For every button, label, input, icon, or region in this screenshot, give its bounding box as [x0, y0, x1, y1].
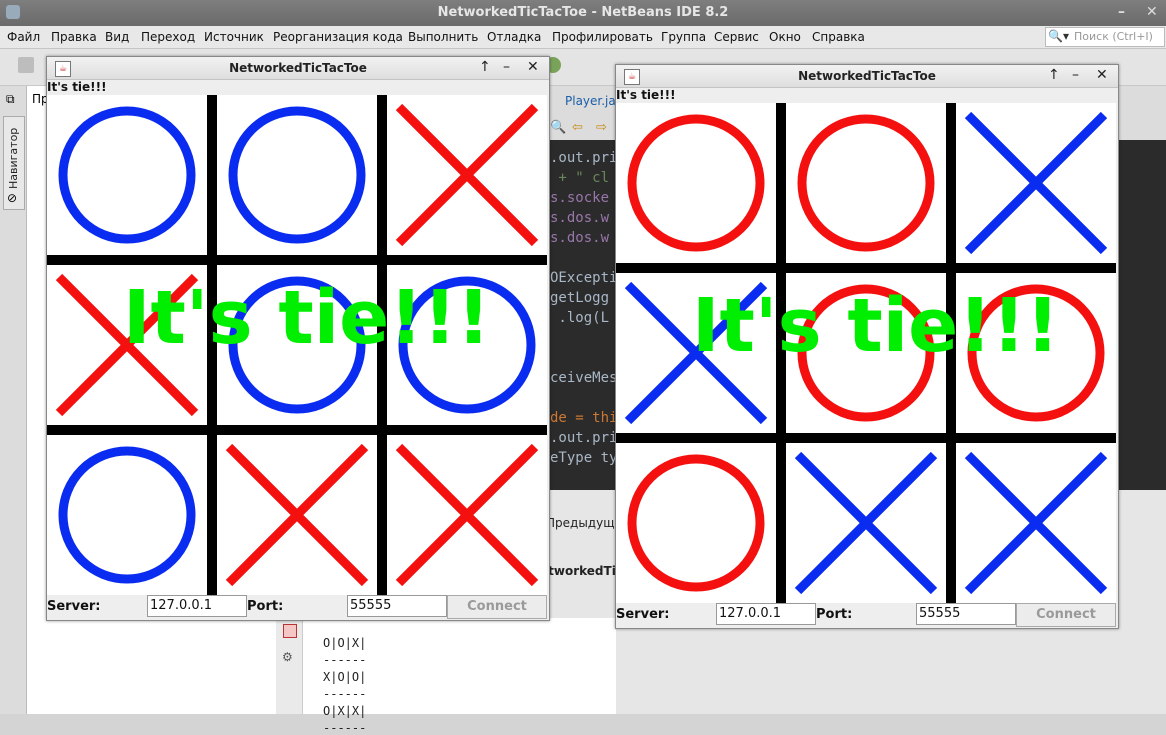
server-field[interactable]: 127.0.0.1	[716, 603, 816, 625]
new-file-icon[interactable]	[18, 57, 34, 73]
code-line: .out.pri	[550, 430, 618, 446]
code-line: de = thi	[550, 410, 618, 426]
board-cell[interactable]	[387, 435, 547, 595]
maximize-icon[interactable]: ↑	[1048, 67, 1060, 83]
forward-icon[interactable]: ⇨	[596, 120, 607, 135]
code-line: + " cl	[550, 170, 610, 186]
connection-bar: Server: 127.0.0.1 Port: 55555 Connect	[616, 603, 1118, 627]
connect-button[interactable]: Connect	[1016, 603, 1116, 627]
previous-link[interactable]: Предыдущ	[546, 516, 615, 530]
navigator-tab[interactable]: Навигатор ⊘	[3, 116, 25, 210]
board-cell[interactable]	[387, 95, 547, 255]
server-label: Server:	[616, 607, 670, 622]
menu-item[interactable]: Файл	[7, 30, 40, 44]
menu-item[interactable]: Окно	[769, 30, 801, 44]
port-field[interactable]: 55555	[347, 595, 447, 617]
settings-icon[interactable]: ⚙	[282, 650, 294, 664]
find-icon[interactable]: 🔍	[550, 120, 566, 135]
navigator-icon: ⊘	[7, 191, 18, 205]
search-icon: 🔍▾	[1048, 29, 1069, 43]
maximize-icon[interactable]: ↑	[479, 59, 491, 75]
menu-item[interactable]: Справка	[812, 30, 865, 44]
output-line: ------	[323, 721, 367, 735]
game-window-1: ☕ NetworkedTicTacToe ↑ – ✕ It's tie!!! I…	[46, 56, 550, 621]
ide-menubar: Файл Правка Вид Переход Источник Реорганизаци…	[0, 26, 1166, 49]
code-line: s.dos.w	[550, 210, 610, 226]
menu-item[interactable]: Правка	[51, 30, 97, 44]
code-line: s.dos.w	[550, 230, 610, 246]
minimize-icon[interactable]: –	[503, 59, 510, 75]
window-titlebar: ☕ NetworkedTicTacToe ↑ – ✕	[616, 65, 1118, 88]
board-cell[interactable]	[47, 435, 207, 595]
menu-item[interactable]: Группа	[661, 30, 706, 44]
code-line: getLogg	[550, 290, 610, 306]
code-line: .out.pri	[550, 150, 618, 166]
close-icon[interactable]: ✕	[1146, 4, 1158, 20]
game-window-2: ☕ NetworkedTicTacToe ↑ – ✕ It's tie!!! I…	[615, 64, 1119, 629]
window-title: NetworkedTicTacToe	[229, 61, 367, 75]
menu-item[interactable]: Вид	[105, 30, 129, 44]
minimize-icon[interactable]: –	[1072, 67, 1079, 83]
stop-icon[interactable]	[283, 624, 297, 638]
status-label: It's tie!!!	[47, 80, 107, 94]
port-label: Port:	[816, 607, 853, 622]
output-line: ------	[323, 653, 367, 667]
menu-item[interactable]: Выполнить	[408, 30, 478, 44]
board-cell[interactable]	[786, 103, 946, 263]
menu-item[interactable]: Реорганизация кода	[273, 30, 403, 44]
menu-item[interactable]: Отладка	[487, 30, 541, 44]
code-line: ceiveMes	[550, 370, 618, 386]
port-label: Port:	[247, 599, 284, 614]
tie-overlay-text: It's tie!!!	[123, 275, 491, 361]
minimize-icon[interactable]: –	[1118, 4, 1125, 20]
ide-window-title: NetworkedTicTacToe - NetBeans IDE 8.2	[437, 5, 729, 20]
window-titlebar: ☕ NetworkedTicTacToe ↑ – ✕	[47, 57, 549, 80]
connection-bar: Server: 127.0.0.1 Port: 55555 Connect	[47, 595, 549, 619]
close-icon[interactable]: ✕	[527, 59, 539, 75]
tie-overlay-text: It's tie!!!	[692, 283, 1060, 369]
navigator-tab-label: Навигатор	[7, 127, 20, 189]
code-line: .log(L	[550, 310, 610, 326]
board-cell[interactable]	[956, 443, 1116, 603]
menu-item[interactable]: Профилировать	[552, 30, 653, 44]
board-cell[interactable]	[217, 95, 377, 255]
board-cell[interactable]	[616, 103, 776, 263]
board-cell[interactable]	[786, 443, 946, 603]
close-icon[interactable]: ✕	[1096, 67, 1108, 83]
output-line: X|O|O|	[323, 670, 367, 684]
board-cell[interactable]	[217, 435, 377, 595]
window-title: NetworkedTicTacToe	[798, 69, 936, 83]
output-line: O|O|X|	[323, 636, 367, 650]
board-cell[interactable]	[47, 95, 207, 255]
board-cell[interactable]	[956, 103, 1116, 263]
status-label: It's tie!!!	[616, 88, 676, 102]
output-tab[interactable]: etworkedTic	[540, 564, 623, 578]
output-line: ------	[323, 687, 367, 701]
back-icon[interactable]: ⇦	[572, 120, 583, 135]
menu-item[interactable]: Источник	[204, 30, 264, 44]
server-label: Server:	[47, 599, 101, 614]
ide-titlebar: NetworkedTicTacToe - NetBeans IDE 8.2 – …	[0, 0, 1166, 26]
board-cell[interactable]	[616, 443, 776, 603]
code-line: OExcepti	[550, 270, 618, 286]
output-panel: O|O|X| ------ X|O|O| ------ O|X|X| ------	[276, 618, 616, 735]
output-gutter: ⚙	[276, 618, 303, 714]
connect-button[interactable]: Connect	[447, 595, 547, 619]
code-line: s.socke	[550, 190, 610, 206]
restore-window-icon[interactable]: ⧉	[6, 92, 15, 107]
menu-item[interactable]: Сервис	[714, 30, 759, 44]
code-line: eType ty	[550, 450, 618, 466]
ide-search-input[interactable]: 🔍▾ Поиск (Ctrl+I)	[1045, 27, 1165, 47]
menu-item[interactable]: Переход	[141, 30, 195, 44]
output-line: O|X|X|	[323, 704, 367, 718]
port-field[interactable]: 55555	[916, 603, 1016, 625]
server-field[interactable]: 127.0.0.1	[147, 595, 247, 617]
search-placeholder: Поиск (Ctrl+I)	[1074, 30, 1153, 43]
